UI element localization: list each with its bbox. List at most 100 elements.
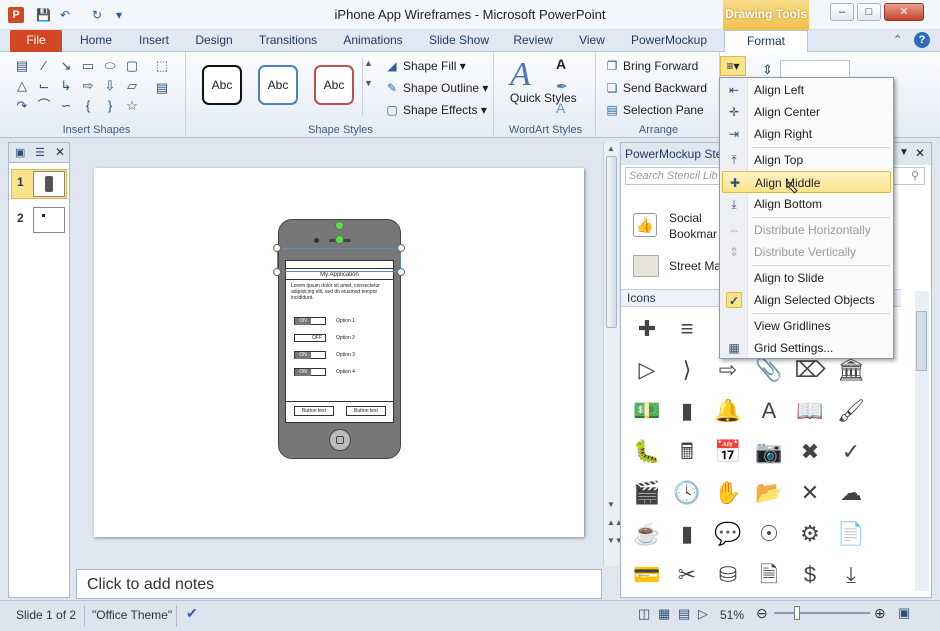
bring-forward-button[interactable]: ❐ Bring Forward [604,56,699,76]
textbox-shape-icon[interactable]: ▤ [14,58,30,74]
tab-animations[interactable]: Animations [336,30,410,52]
align-dropdown-button[interactable]: ≡▾ [720,56,746,76]
send-backward-button[interactable]: ❏ Send Backward [604,78,707,98]
scissors-icon[interactable]: ✂ [667,555,707,595]
fit-to-window-icon[interactable]: ▣ [898,605,910,621]
restore-button[interactable]: □ [857,3,881,21]
reading-view-icon[interactable]: ▤ [678,606,690,622]
zoom-out-icon[interactable]: ⊖ [756,605,768,622]
right-arrow-shape-icon[interactable]: ⇨ [80,78,96,94]
coffee-icon[interactable]: ☕ [627,514,667,554]
font-a-icon[interactable]: A [749,391,789,431]
powerpoint-logo-icon[interactable]: P [8,7,24,23]
slide-vertical-scrollbar[interactable]: ▲ ▼ ▲▲ ▼▼ [603,142,623,566]
zoom-level[interactable]: 51% [720,608,744,622]
calendar-icon[interactable]: 📅 [708,432,748,472]
normal-view-icon[interactable]: ◫ [638,606,650,622]
line-shape-icon[interactable]: ∕ [36,58,52,74]
arc-shape-icon[interactable]: ⌒ [36,98,52,114]
zoom-slider-track[interactable] [774,612,870,614]
scroll-thumb[interactable] [606,156,617,328]
tab-powermockup[interactable]: PowerMockup [626,30,712,52]
camera-icon[interactable]: 📷 [749,432,789,472]
menu-align-selected-objects[interactable]: ✓ Align Selected Objects [722,289,891,311]
menu-grid-settings[interactable]: ▦ Grid Settings... [722,337,891,359]
menu-align-middle[interactable]: ✚ Align Middle [722,171,891,193]
compass-icon[interactable]: ☉ [749,514,789,554]
menu-align-left[interactable]: ⇤ Align Left [722,79,891,101]
menu-align-center[interactable]: ✛ Align Center [722,101,891,123]
database-icon[interactable]: ⛁ [708,555,748,595]
rotation-handle-2[interactable] [335,235,344,244]
menu-align-to-slide[interactable]: Align to Slide [722,267,891,289]
book-icon[interactable]: 📖 [790,391,830,431]
check-icon[interactable]: ✓ [831,432,871,472]
tab-slide-show[interactable]: Slide Show [424,30,494,52]
edit-shape-icon[interactable]: ⬚ [154,58,170,74]
calculator-icon[interactable]: 🖩 [667,432,707,472]
shape-style-blue[interactable]: Abc [258,65,298,105]
bell-icon[interactable]: 🔔 [708,391,748,431]
menu-lines-icon[interactable]: ≡ [667,309,707,349]
text-effects-icon[interactable]: A [556,100,565,116]
rotation-handle[interactable] [335,221,344,230]
plus-icon[interactable]: ✚ [627,309,667,349]
resize-handle-sw[interactable] [273,268,281,276]
save-icon[interactable]: 💾 [36,8,51,22]
slide-show-icon[interactable]: ▷ [698,606,708,622]
text-outline-icon[interactable]: ✒ [556,78,568,95]
shape-outline-button[interactable]: ✎ Shape Outline ▾ [384,78,488,98]
resize-handle-nw[interactable] [273,244,281,252]
gear-icon[interactable]: ⚙ [790,514,830,554]
theme-status[interactable]: "Office Theme" [92,608,172,622]
zoom-slider-thumb[interactable] [794,606,800,620]
shape-style-black[interactable]: Abc [202,65,242,105]
notes-pane[interactable]: Click to add notes [76,569,602,599]
shape-effects-button[interactable]: ▢ Shape Effects ▾ [384,100,487,120]
cloud-icon[interactable]: ☁ [831,473,871,513]
tab-view[interactable]: View [570,30,614,52]
down-arrow-shape-icon[interactable]: ⇩ [102,78,118,94]
tab-design[interactable]: Design [188,30,240,52]
text-box-icon[interactable]: ▤ [154,80,170,96]
brace-left-shape-icon[interactable]: { [80,98,96,114]
close-button[interactable]: ✕ [884,3,924,21]
tab-home[interactable]: Home [70,30,122,52]
dollar-icon[interactable]: $ [790,555,830,595]
oval-shape-icon[interactable]: ⬭ [102,58,118,74]
triangle-shape-icon[interactable]: △ [14,78,30,94]
tab-format[interactable]: Format [724,30,808,53]
minimize-button[interactable]: – [830,3,854,21]
clock-icon[interactable]: 🕓 [667,473,707,513]
minimize-ribbon-icon[interactable]: ⌃ [893,33,902,46]
selection-pane-button[interactable]: ▤ Selection Pane [604,100,703,120]
menu-view-gridlines[interactable]: View Gridlines [722,315,891,337]
battery-icon[interactable]: ▮ [667,391,707,431]
resize-handle-se[interactable] [397,268,405,276]
chevron-right-icon[interactable]: ⟩ [667,350,707,390]
play-icon[interactable]: ▷ [627,350,667,390]
credit-card-icon[interactable]: 💳 [627,555,667,595]
stencil-scroll-thumb[interactable] [916,311,927,371]
customize-quick-access-icon[interactable]: ▾ [112,8,126,22]
stencil-scrollbar[interactable] [915,291,929,591]
menu-align-bottom[interactable]: ⤓ Align Bottom [722,193,891,215]
flowchart-shape-icon[interactable]: ▱ [124,78,140,94]
close-pane-icon[interactable]: ✕ [55,145,65,159]
clapperboard-icon[interactable]: 🎬 [627,473,667,513]
connector-shape-icon[interactable]: ⌙ [36,78,52,94]
slide-canvas[interactable]: My Application Lorem ipsum dolor sit ame… [94,168,584,537]
curve-shape-icon[interactable]: ↷ [14,98,30,114]
shape-style-red[interactable]: Abc [314,65,354,105]
tab-transitions[interactable]: Transitions [252,30,324,52]
slide-thumbnail-2[interactable] [33,207,65,233]
notes-placeholder[interactable]: Click to add notes [87,576,214,594]
speech-bubble-icon[interactable]: 💬 [708,514,748,554]
page-icon[interactable]: 🗎 [749,555,789,595]
brace-right-shape-icon[interactable]: } [102,98,118,114]
social-bookmark-item[interactable]: Social Bookmar [669,210,723,242]
tab-insert[interactable]: Insert [128,30,180,52]
tab-review[interactable]: Review [506,30,560,52]
download-icon[interactable]: ⤓ [831,555,871,595]
search-icon[interactable]: ⚲ [911,169,919,182]
